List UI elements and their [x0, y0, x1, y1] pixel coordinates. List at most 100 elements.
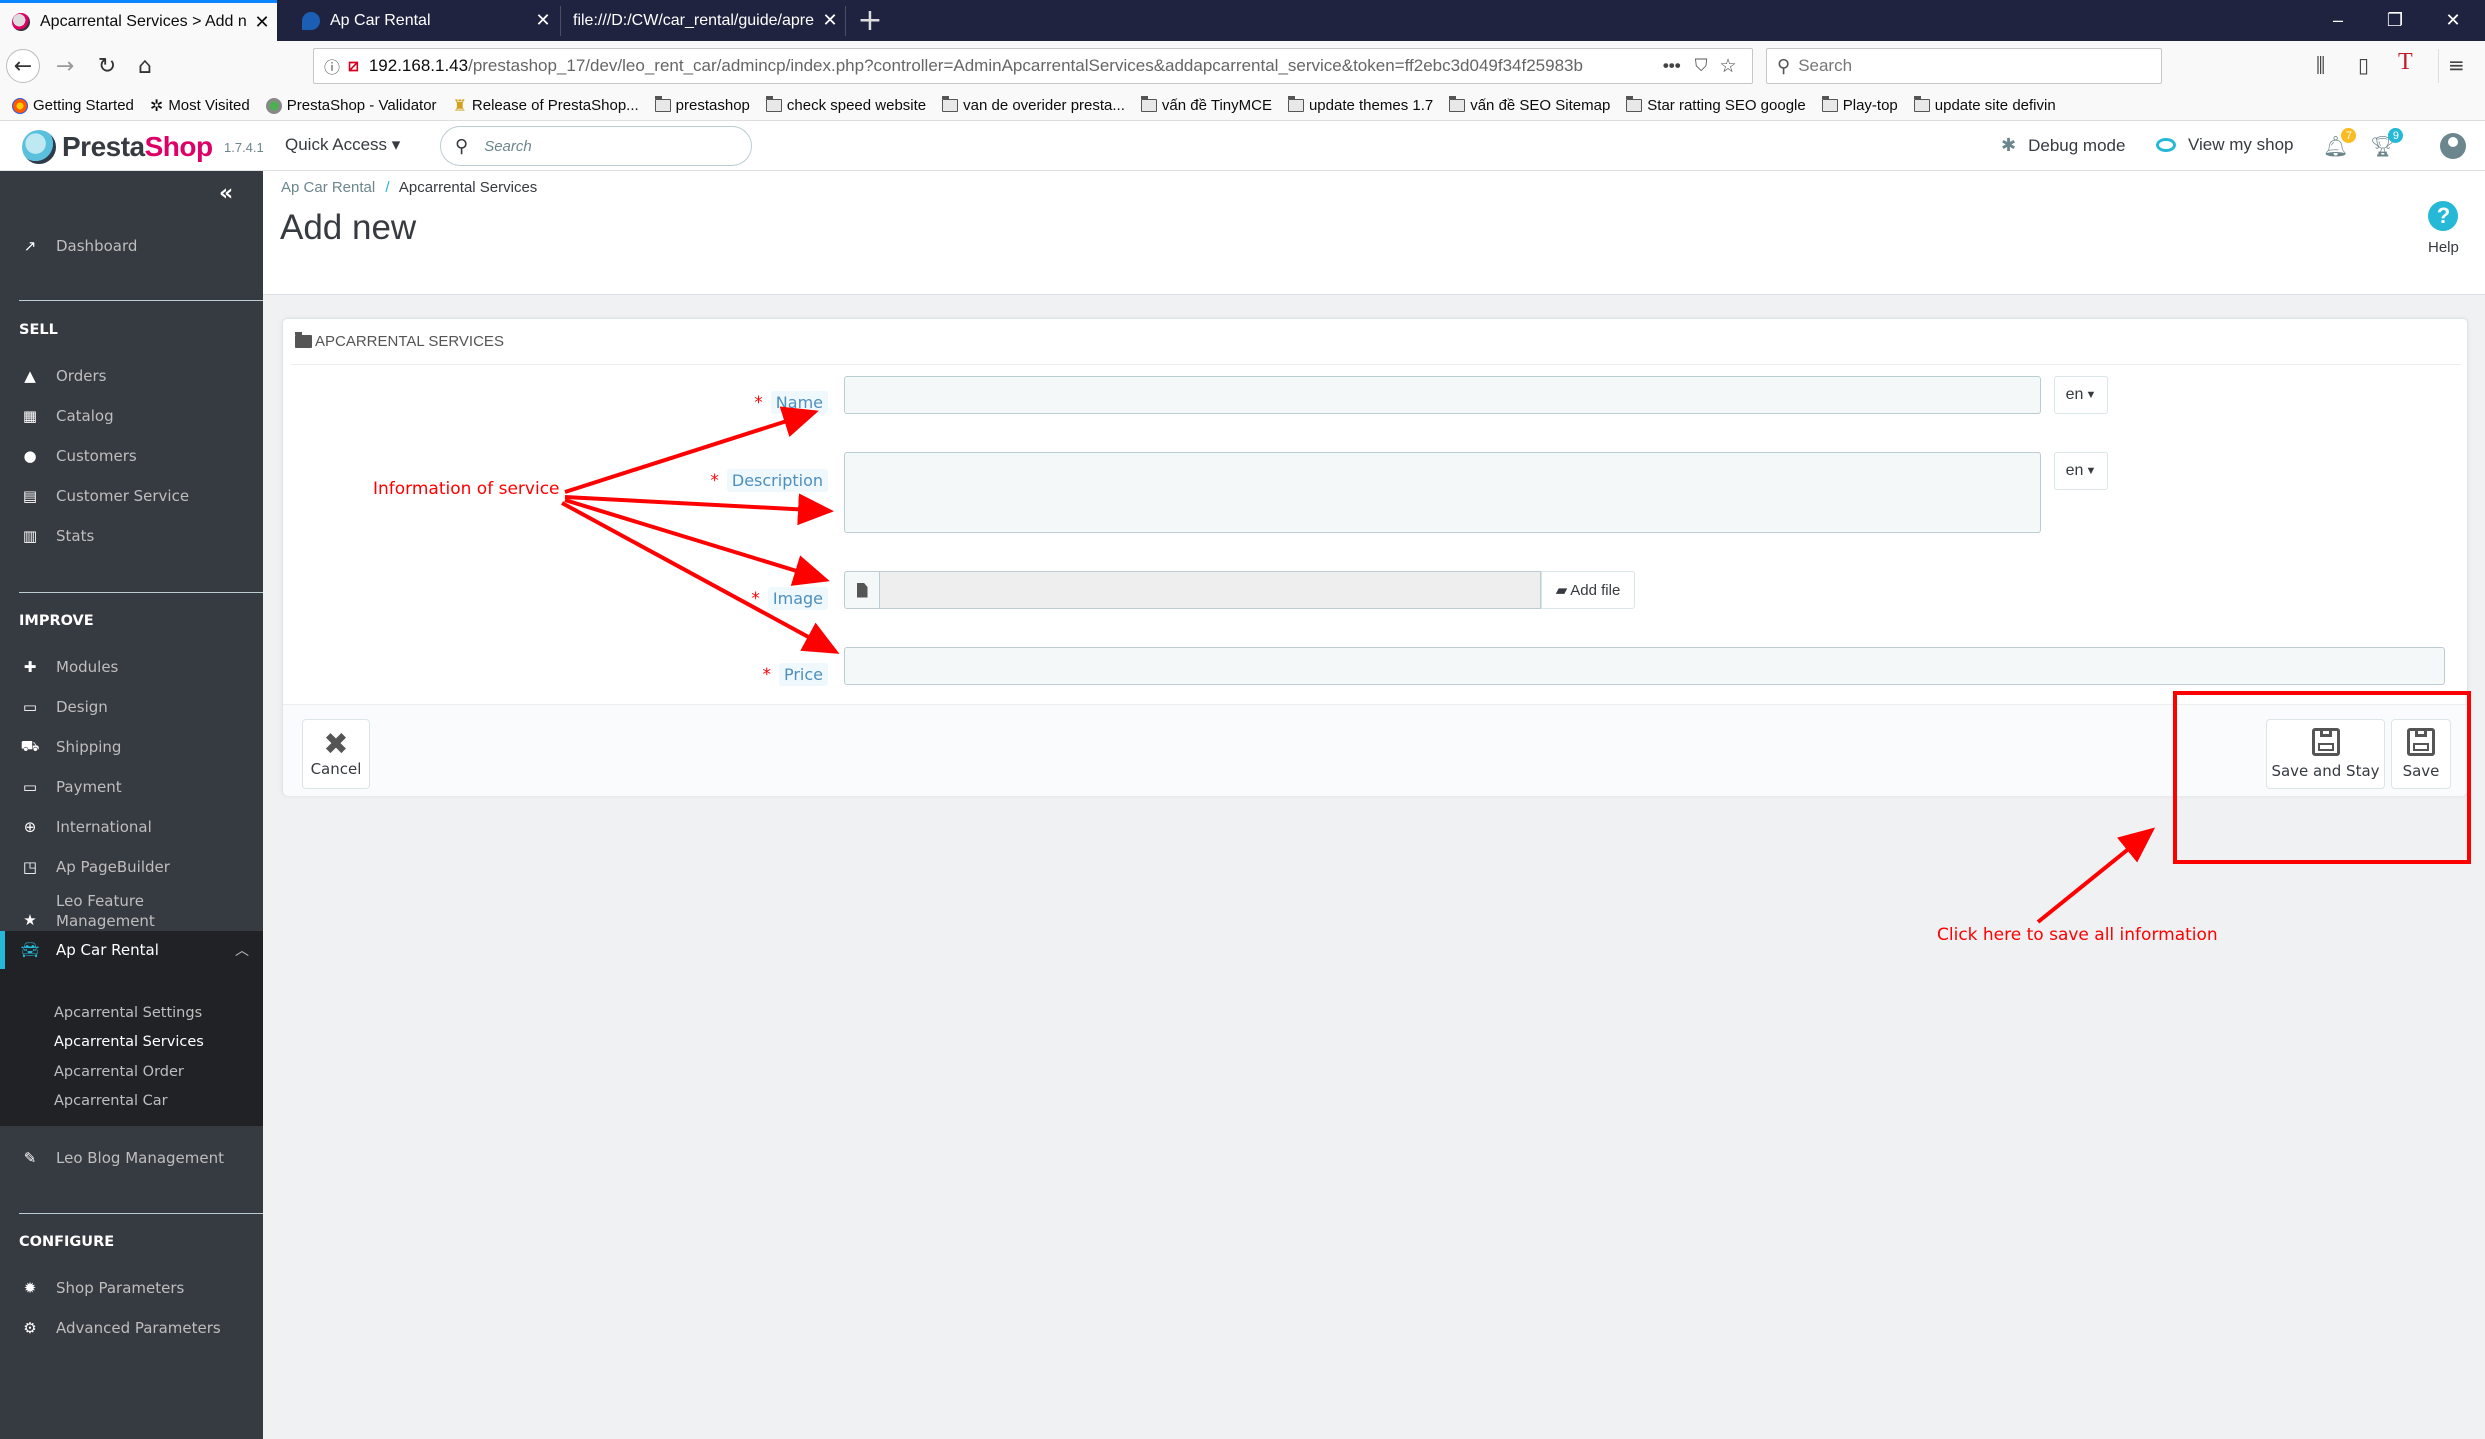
add-file-button[interactable]: ▰ Add file [1541, 571, 1635, 609]
employee-avatar[interactable] [2440, 133, 2466, 159]
bookmark-folder[interactable]: vấn đề SEO Sitemap [1449, 96, 1610, 114]
search-placeholder: Search [484, 137, 532, 155]
submenu-item-car[interactable]: Apcarrental Car [54, 1093, 168, 1109]
bookmark-folder[interactable]: Play-top [1821, 96, 1898, 114]
sidebar-item-customer-service[interactable]: ▤ Customer Service [0, 481, 263, 511]
view-shop-link[interactable]: View my shop [2156, 135, 2294, 155]
browser-nav-bar: ← → ↻ ⌂ ⓘ ⧄ 192.168.1.43/prestashop_17/d… [0, 41, 2485, 91]
name-label: * Name [754, 391, 828, 414]
sidebar-item-advanced-parameters[interactable]: ⚙ Advanced Parameters [0, 1313, 263, 1343]
sidebar-item-design[interactable]: ▭ Design [0, 692, 263, 722]
cancel-button[interactable]: ✖ Cancel [302, 719, 370, 789]
sidebar-item-label: Shop Parameters [56, 1279, 185, 1297]
close-tab-icon[interactable]: ✕ [528, 10, 558, 31]
eye-icon [2156, 138, 2176, 152]
sidebar-item-stats[interactable]: ▥ Stats [0, 521, 263, 551]
bookmark-folder[interactable]: update themes 1.7 [1287, 96, 1434, 114]
notifications-button[interactable]: 🔔︎ 7 [2323, 128, 2357, 158]
bookmark-folder[interactable]: prestashop [654, 96, 750, 114]
gear-icon: ✲ [149, 97, 164, 115]
minimize-button[interactable]: – [2310, 0, 2366, 41]
url-bar[interactable]: ⓘ ⧄ 192.168.1.43/prestashop_17/dev/leo_r… [313, 48, 1753, 84]
browser-tab[interactable]: file:///D:/CW/car_rental/guide/apre ✕ [565, 0, 845, 41]
admin-search-input[interactable]: ⚲ Search [440, 126, 752, 166]
new-tab-button[interactable]: + [850, 0, 890, 41]
submenu-item-settings[interactable]: Apcarrental Settings [54, 1005, 202, 1021]
sidebar-toggle-icon[interactable]: ▯ [2358, 53, 2369, 77]
help-button[interactable]: ? Help [2428, 201, 2459, 256]
sidebar-item-leo-feature[interactable]: ★ Leo Feature Management [0, 889, 263, 933]
image-filename-input[interactable] [879, 571, 1541, 609]
reload-button[interactable]: ↻ [90, 49, 124, 83]
basket-icon: ▲ [24, 367, 36, 385]
bookmark-label: update themes 1.7 [1308, 97, 1434, 114]
sidebar-item-ap-pagebuilder[interactable]: ◳ Ap PageBuilder [0, 852, 263, 882]
close-tab-icon[interactable]: ✕ [247, 12, 277, 33]
description-textarea[interactable] [844, 452, 2041, 533]
breadcrumb-separator: / [385, 179, 390, 196]
close-window-button[interactable]: ✕ [2425, 0, 2481, 41]
store-icon: ▦ [22, 407, 38, 425]
bookmark-star-icon[interactable]: ☆ [1719, 55, 1736, 78]
description-language-dropdown[interactable]: en ▼ [2054, 452, 2108, 490]
home-button[interactable]: ⌂ [128, 49, 162, 83]
sidebar-item-orders[interactable]: ▲ Orders [0, 361, 263, 391]
sidebar-item-label: Modules [56, 658, 119, 676]
bookmark-label: prestashop [675, 97, 750, 114]
sidebar-item-shop-parameters[interactable]: ✹ Shop Parameters [0, 1273, 263, 1303]
back-button[interactable]: ← [6, 49, 40, 83]
bookmark-item[interactable]: Getting Started [12, 97, 134, 114]
price-input[interactable] [844, 647, 2445, 685]
folder-icon [1913, 96, 1930, 112]
bookmark-label: van de overider presta... [963, 97, 1125, 114]
bookmark-item[interactable]: ♜ Release of PrestaShop... [453, 96, 639, 116]
pocket-icon[interactable]: ⛉ [1695, 56, 1708, 76]
breadcrumb-link[interactable]: Ap Car Rental [281, 179, 375, 196]
sidebar-item-international[interactable]: ⊕ International [0, 812, 263, 842]
field-label: Price [778, 663, 828, 686]
bookmark-item[interactable]: PrestaShop - Validator [265, 97, 437, 114]
bookmark-item[interactable]: ✲ Most Visited [150, 96, 250, 116]
restore-button[interactable]: ❐ [2367, 0, 2423, 41]
prestashop-logo[interactable]: Presta Shop [22, 130, 213, 164]
debug-mode-link[interactable]: ✱ Debug mode [2001, 135, 2125, 156]
info-icon[interactable]: ⓘ [324, 54, 340, 78]
sidebar-item-catalog[interactable]: ▦ Catalog [0, 401, 263, 431]
bookmark-folder[interactable]: check speed website [765, 96, 926, 114]
browser-tab-active[interactable]: Apcarrental Services > Add new ✕ [0, 0, 277, 41]
quick-access-dropdown[interactable]: Quick Access ▾ [285, 135, 400, 155]
sidebar-item-shipping[interactable]: ⛟ Shipping [0, 732, 263, 762]
save-button[interactable]: Save [2391, 719, 2451, 789]
sidebar-item-dashboard[interactable]: ↗ Dashboard [0, 231, 263, 261]
submenu-item-order[interactable]: Apcarrental Order [54, 1064, 184, 1080]
name-input[interactable] [844, 376, 2041, 414]
bookmark-folder[interactable]: update site defivin [1913, 96, 2056, 114]
sidebar-item-payment[interactable]: ▭ Payment [0, 772, 263, 802]
submenu-item-services[interactable]: Apcarrental Services [54, 1034, 204, 1050]
bookmark-folder[interactable]: Star ratting SEO google [1626, 96, 1806, 114]
sidebar-item-customers[interactable]: ● Customers [0, 441, 263, 471]
breadcrumb-current: Apcarrental Services [398, 179, 538, 196]
collapse-sidebar-icon[interactable]: « [219, 181, 233, 206]
bookmark-folder[interactable]: vấn đề TinyMCE [1140, 96, 1272, 114]
page-actions-icon[interactable]: ••• [1663, 56, 1681, 76]
browser-tab[interactable]: Ap Car Rental ✕ [290, 0, 558, 41]
save-and-stay-button[interactable]: Save and Stay [2266, 719, 2385, 789]
toolbar-divider [2438, 49, 2439, 83]
menu-icon[interactable]: ≡ [2448, 53, 2465, 77]
sidebar-item-modules[interactable]: ✚ Modules [0, 652, 263, 682]
browser-search-input[interactable]: ⚲ Search [1766, 48, 2162, 84]
name-language-dropdown[interactable]: en ▼ [2054, 376, 2108, 414]
sidebar-divider [19, 592, 263, 593]
desktop-icon: ▭ [22, 698, 38, 716]
achievements-button[interactable]: 🏆︎ 9 [2370, 128, 2404, 158]
sidebar-item-leo-blog[interactable]: ✎ Leo Blog Management [0, 1143, 263, 1173]
forward-button[interactable]: → [48, 49, 82, 83]
page-title: Add new [280, 208, 417, 247]
sidebar-item-ap-car-rental[interactable]: 🚘︎ Ap Car Rental ︿ [0, 931, 263, 969]
close-tab-icon[interactable]: ✕ [815, 10, 845, 31]
extension-t-icon[interactable]: T [2398, 49, 2413, 76]
price-label-wrap: * Price [283, 651, 828, 691]
library-icon[interactable]: ⫼ [2316, 53, 2325, 77]
bookmark-folder[interactable]: van de overider presta... [942, 96, 1125, 114]
